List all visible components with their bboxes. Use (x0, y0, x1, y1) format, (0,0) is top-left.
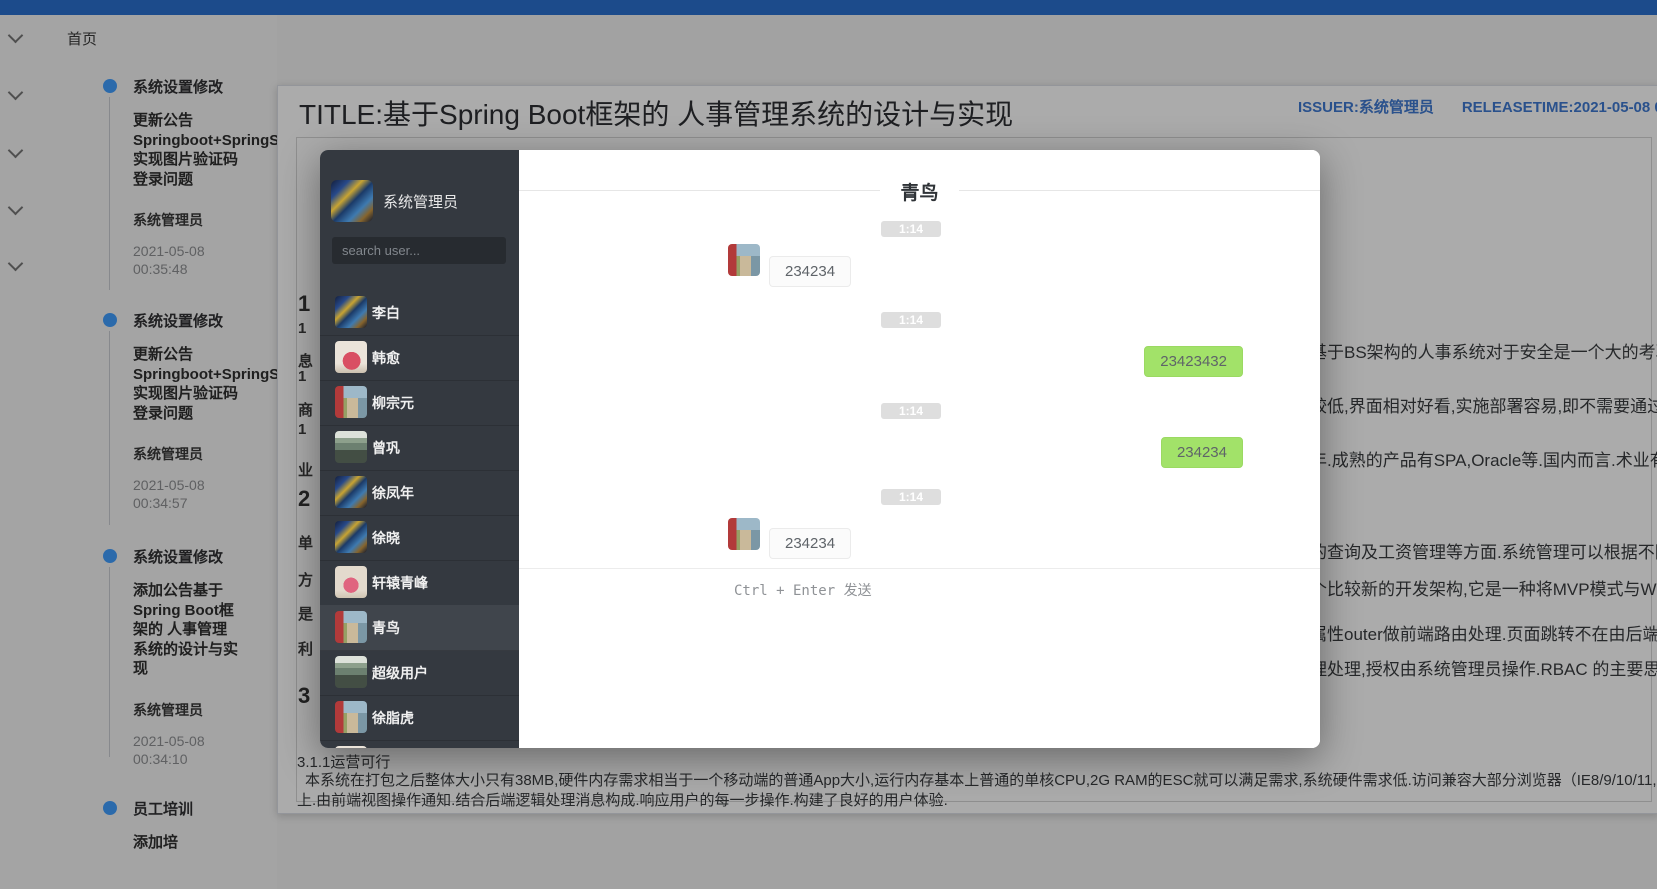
avatar (728, 518, 760, 550)
avatar (335, 341, 367, 373)
list-item-user-selected[interactable]: 青鸟 (320, 605, 519, 651)
list-item-user[interactable]: 徐凤年 (320, 470, 519, 516)
avatar (335, 611, 367, 643)
avatar (335, 476, 367, 508)
user-name: 曾巩 (372, 438, 400, 458)
avatar (335, 431, 367, 463)
message-bubble: 234234 (1161, 437, 1243, 468)
message-time-badge: 1:14 (881, 221, 941, 237)
avatar (331, 180, 373, 222)
current-user-name: 系统管理员 (383, 191, 458, 212)
user-name: 轩辕青峰 (372, 573, 428, 593)
avatar (728, 244, 760, 276)
list-item-user[interactable]: 超级用户 (320, 650, 519, 696)
conversation-title: 青鸟 (880, 178, 958, 205)
list-item-user[interactable] (320, 740, 519, 748)
user-name: 徐凤年 (372, 483, 414, 503)
user-panel: 系统管理员 李白 韩愈 柳宗元 曾巩 (320, 150, 519, 748)
message-time-badge: 1:14 (881, 489, 941, 505)
avatar (335, 746, 367, 748)
user-name: 超级用户 (372, 663, 428, 683)
avatar (335, 296, 367, 328)
user-name: 徐脂虎 (372, 708, 414, 728)
list-item-user[interactable]: 李白 (320, 290, 519, 336)
chat-header: 青鸟 (519, 178, 1320, 202)
chat-area: 青鸟 1:14 234234 1:14 23423432 1:14 234234… (519, 150, 1320, 748)
list-item-user[interactable]: 轩辕青峰 (320, 560, 519, 606)
message-bubble: 234234 (769, 256, 851, 287)
avatar (335, 566, 367, 598)
user-name: 柳宗元 (372, 393, 414, 413)
message-input[interactable]: Ctrl + Enter 发送 (519, 569, 1320, 748)
message-time-badge: 1:14 (881, 403, 941, 419)
chat-dialog: 系统管理员 李白 韩愈 柳宗元 曾巩 (320, 150, 1320, 748)
avatar (335, 701, 367, 733)
user-name: 青鸟 (372, 618, 400, 638)
user-name: 徐晓 (372, 528, 400, 548)
message-time-badge: 1:14 (881, 312, 941, 328)
avatar (335, 386, 367, 418)
user-name: 韩愈 (372, 348, 400, 368)
message-bubble: 23423432 (1144, 346, 1243, 377)
search-input[interactable] (332, 237, 506, 264)
screen: 首页 系统设置修改 更新公告 Springboot+SpringS 实现图片验证… (0, 0, 1657, 889)
user-name: 李白 (372, 303, 400, 323)
list-item-user[interactable]: 徐晓 (320, 515, 519, 561)
list-item-user[interactable]: 曾巩 (320, 425, 519, 471)
list-item-user[interactable]: 韩愈 (320, 335, 519, 381)
list-item-user[interactable]: 徐脂虎 (320, 695, 519, 741)
avatar (335, 521, 367, 553)
composer-hint: Ctrl + Enter 发送 (734, 580, 872, 600)
avatar (335, 656, 367, 688)
user-list: 李白 韩愈 柳宗元 曾巩 徐凤年 (320, 290, 519, 748)
list-item-user[interactable]: 柳宗元 (320, 380, 519, 426)
message-bubble: 234234 (769, 528, 851, 559)
